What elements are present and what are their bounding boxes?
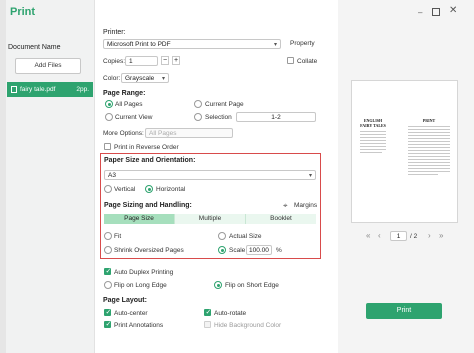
horizontal-label: Horizontal	[156, 186, 186, 193]
doc-text-column-right	[408, 126, 452, 186]
fit-radio[interactable]	[104, 232, 112, 240]
horizontal-radio[interactable]	[145, 185, 153, 193]
selection-radio[interactable]	[194, 113, 202, 121]
scale-unit: %	[276, 247, 282, 254]
more-options-label: More Options:	[103, 130, 144, 137]
short-edge-radio[interactable]	[214, 281, 222, 289]
minimize-icon[interactable]: –	[418, 8, 422, 17]
current-page-label: Current Page	[205, 101, 244, 108]
scale-value: 100.00	[249, 247, 269, 254]
auto-rotate-checkbox[interactable]	[204, 308, 211, 316]
page-number-value: 1	[396, 233, 401, 240]
margins-icon[interactable]: ⌖	[283, 201, 288, 211]
collate-label: Collate	[297, 58, 318, 65]
more-options-value: All Pages	[149, 130, 177, 137]
color-label: Color:	[103, 75, 121, 82]
copies-input[interactable]: 1	[125, 56, 158, 66]
property-link[interactable]: Property	[290, 40, 315, 47]
tab-page-size[interactable]: Page Size	[104, 214, 174, 224]
auto-center-label: Auto-center	[114, 310, 148, 317]
file-pages: 2pp.	[76, 86, 89, 93]
page-range-label: Page Range:	[103, 90, 146, 97]
doc-heading: PRINT	[422, 118, 436, 123]
current-view-label: Current View	[115, 114, 153, 121]
all-pages-radio[interactable]	[105, 100, 113, 108]
more-options-select[interactable]: All Pages	[145, 128, 233, 138]
document-name-heading: Document Name	[8, 44, 61, 51]
scale-radio[interactable]	[218, 246, 226, 254]
first-page-icon[interactable]: «	[366, 231, 370, 240]
printer-label: Printer:	[103, 29, 126, 36]
file-name: fairy tale.pdf	[20, 86, 56, 93]
hide-background-label: Hide Background Color	[214, 322, 282, 329]
window-title: Print	[10, 6, 36, 18]
doc-title: ENGLISH FAIRY TALES	[360, 118, 386, 128]
long-edge-radio[interactable]	[104, 281, 112, 289]
tab-booklet[interactable]: Booklet	[245, 214, 316, 224]
chevron-down-icon: ▾	[308, 173, 312, 179]
page-sizing-label: Page Sizing and Handling:	[104, 202, 192, 209]
auto-rotate-label: Auto-rotate	[214, 310, 247, 317]
collate-checkbox[interactable]	[287, 57, 294, 64]
paper-size-label: Paper Size and Orientation:	[104, 157, 196, 164]
current-view-radio[interactable]	[105, 113, 113, 121]
print-annotations-checkbox[interactable]	[104, 320, 111, 328]
auto-duplex-label: Auto Duplex Printing	[114, 269, 174, 276]
shrink-label: Shrink Oversized Pages	[114, 247, 184, 254]
print-button[interactable]: Print	[366, 303, 442, 319]
fit-label: Fit	[114, 233, 122, 240]
tab-multiple[interactable]: Multiple	[174, 214, 245, 224]
margins-link[interactable]: Margins	[294, 202, 317, 209]
color-select[interactable]: Grayscale ▾	[121, 73, 169, 83]
vertical-label: Vertical	[114, 186, 136, 193]
print-annotations-label: Print Annotations	[114, 322, 164, 329]
page-layout-label: Page Layout:	[103, 297, 147, 304]
color-value: Grayscale	[125, 75, 155, 82]
paper-size-value: A3	[108, 172, 116, 179]
minus-icon[interactable]: −	[161, 56, 169, 65]
actual-size-label: Actual Size	[229, 233, 262, 240]
auto-duplex-checkbox[interactable]	[104, 267, 111, 275]
selection-input[interactable]: 1-2	[236, 112, 316, 122]
close-icon[interactable]: ✕	[449, 5, 457, 16]
print-reverse-checkbox[interactable]	[104, 143, 111, 150]
short-edge-label: Flip on Short Edge	[225, 282, 279, 289]
doc-text-column-left	[360, 131, 404, 173]
print-reverse-label: Print in Reverse Order	[114, 144, 179, 151]
file-icon	[11, 86, 17, 93]
prev-page-icon[interactable]: ‹	[378, 231, 381, 240]
vertical-radio[interactable]	[104, 185, 112, 193]
printer-select[interactable]: Microsoft Print to PDF ▾	[103, 39, 281, 49]
hide-background-checkbox[interactable]	[204, 321, 211, 328]
scale-input[interactable]: 100.00	[246, 245, 272, 255]
selection-label: Selection	[205, 114, 232, 121]
all-pages-label: All Pages	[115, 101, 143, 108]
plus-icon[interactable]: +	[172, 56, 180, 65]
add-files-button[interactable]: Add Files	[15, 58, 81, 74]
maximize-icon[interactable]	[432, 8, 440, 16]
chevron-down-icon: ▾	[273, 42, 277, 48]
auto-center-checkbox[interactable]	[104, 308, 111, 316]
last-page-icon[interactable]: »	[439, 231, 443, 240]
file-list-item[interactable]: fairy tale.pdf 2pp.	[7, 82, 93, 97]
next-page-icon[interactable]: ›	[428, 231, 431, 240]
printer-value: Microsoft Print to PDF	[107, 41, 171, 48]
actual-size-radio[interactable]	[218, 232, 226, 240]
current-page-radio[interactable]	[194, 100, 202, 108]
page-total: / 2	[410, 233, 418, 240]
scale-label: Scale	[229, 247, 246, 254]
selection-value: 1-2	[271, 114, 281, 121]
paper-size-select[interactable]: A3 ▾	[104, 170, 316, 180]
preview-page: ENGLISH FAIRY TALES PRINT	[351, 80, 458, 223]
shrink-radio[interactable]	[104, 246, 112, 254]
copies-value: 1	[129, 58, 133, 65]
page-number-input[interactable]: 1	[390, 231, 407, 241]
chevron-down-icon: ▾	[161, 76, 165, 82]
long-edge-label: Flip on Long Edge	[114, 282, 167, 289]
copies-label: Copies:	[103, 58, 126, 65]
sidebar	[6, 0, 95, 353]
doc-title-line2: FAIRY TALES	[360, 123, 386, 128]
